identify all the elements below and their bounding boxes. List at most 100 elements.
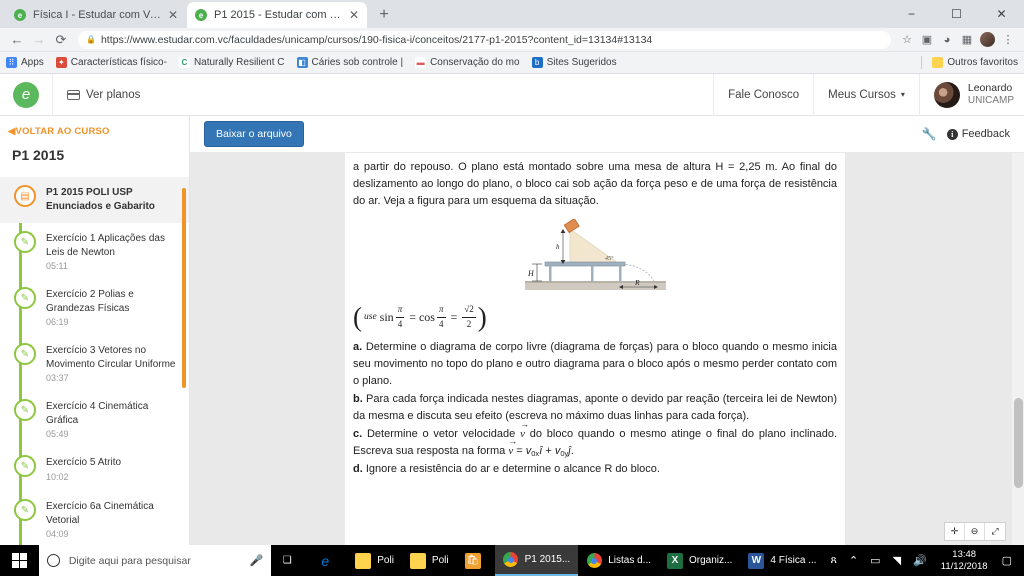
- back-to-course-link[interactable]: ◀VOLTAR AO CURSO: [0, 116, 189, 143]
- browser-tab-1[interactable]: e Física I - Estudar com Você ✕: [6, 2, 186, 28]
- figure-label-h: h: [556, 243, 560, 251]
- notifications-icon[interactable]: ▢: [996, 554, 1018, 567]
- item-c-label: c.: [353, 428, 363, 441]
- formula-frac-sqrt2-2: √2 2: [462, 304, 476, 330]
- bookmark-star-icon[interactable]: ☆: [897, 33, 917, 46]
- tab-close-icon[interactable]: ✕: [343, 9, 359, 21]
- other-bookmarks[interactable]: Outros favoritos: [921, 56, 1018, 69]
- sidebar-item-lesson-0[interactable]: ▤ P1 2015 POLI USP Enunciados e Gabarito: [0, 177, 189, 223]
- taskbar-item-chrome-p1[interactable]: P1 2015...: [494, 545, 579, 576]
- address-bar[interactable]: 🔒 https://www.estudar.com.vc/faculdades/…: [78, 30, 891, 49]
- viewer-controls: ✛ ⊖ ⤢: [944, 522, 1006, 541]
- browser-tab-2[interactable]: e P1 2015 - Estudar com Você ✕: [187, 2, 367, 28]
- zoom-in-icon[interactable]: ✛: [945, 523, 965, 540]
- bookmark-item-4[interactable]: ▬ Conservação do mo: [415, 57, 520, 68]
- meus-cursos-menu[interactable]: Meus Cursos ▾: [813, 73, 919, 116]
- bookmark-item-1[interactable]: ✦ Características físico-: [55, 57, 167, 68]
- extension-icon-1[interactable]: ▣: [917, 33, 937, 46]
- figure-label-R: R: [634, 278, 640, 287]
- lesson-title: Exercício 5 Atrito: [46, 457, 122, 468]
- bookmark-item-3[interactable]: ◧ Cáries sob controle |: [296, 57, 403, 68]
- wifi-icon[interactable]: ◥: [887, 554, 907, 567]
- taskbar-clock[interactable]: 13:48 11/12/2018: [933, 549, 996, 573]
- formula-frac-pi-4-a: π 4: [395, 304, 405, 330]
- svg-text:45°: 45°: [605, 255, 614, 262]
- sidebar-item-lesson-6[interactable]: ✎ Exercício 6a Cinemática Vetorial 04:09: [0, 491, 189, 547]
- taskbar-item-chrome-listas[interactable]: Listas d...: [578, 545, 659, 576]
- start-button[interactable]: [0, 545, 39, 576]
- user-menu[interactable]: Leonardo UNICAMP: [918, 73, 1024, 116]
- taskbar-item-store[interactable]: 🛍: [457, 545, 495, 576]
- tab-close-icon[interactable]: ✕: [162, 9, 178, 21]
- back-icon[interactable]: ←: [6, 32, 28, 47]
- lesson-duration: 10:02: [46, 471, 69, 482]
- sidebar-item-lesson-2[interactable]: ✎ Exercício 2 Polias e Grandezas Físicas…: [0, 279, 189, 335]
- sidebar-scrollbar[interactable]: [182, 188, 186, 388]
- show-hidden-icons-chevron-icon[interactable]: ⌃: [843, 554, 864, 567]
- bookmark-icon: ▬: [415, 57, 427, 68]
- new-tab-button[interactable]: +: [372, 3, 396, 27]
- item-a-text: Determine o diagrama de corpo livre (dia…: [353, 341, 837, 388]
- chrome-menu-icon[interactable]: ⋮: [998, 33, 1018, 46]
- lesson-title: Exercício 1 Aplicações das Leis de Newto…: [46, 233, 165, 258]
- close-window-button[interactable]: ✕: [979, 0, 1024, 28]
- reload-icon[interactable]: ⟳: [50, 32, 72, 48]
- people-icon[interactable]: ጸ: [825, 554, 843, 567]
- taskbar-item-edge[interactable]: e: [309, 545, 347, 576]
- zoom-out-icon[interactable]: ⊖: [965, 523, 985, 540]
- bookmark-label: Apps: [21, 57, 44, 68]
- lesson-duration: 04:09: [46, 529, 69, 539]
- viewer-scrollbar-thumb[interactable]: [1014, 398, 1023, 488]
- viewer-scrollbar-track[interactable]: [1012, 153, 1024, 547]
- taskbar-item-excel[interactable]: X Organiz...: [659, 545, 740, 576]
- sidebar-item-lesson-4[interactable]: ✎ Exercício 4 Cinemática Gráfica 05:49: [0, 391, 189, 447]
- lesson-list: ▤ P1 2015 POLI USP Enunciados e Gabarito…: [0, 177, 189, 547]
- lesson-duration: 05:11: [46, 261, 68, 271]
- ver-planos-button[interactable]: Ver planos: [52, 73, 154, 116]
- pencil-icon: ✎: [14, 455, 36, 477]
- taskbar-search-input[interactable]: Digite aqui para pesquisar 🎤: [38, 545, 272, 576]
- taskbar-item-poli-1[interactable]: Poli: [347, 545, 402, 576]
- site-logo[interactable]: e: [0, 81, 52, 108]
- sidebar: ◀VOLTAR AO CURSO P1 2015 ▤ P1 2015 POLI …: [0, 116, 190, 547]
- taskbar-item-poli-2[interactable]: Poli: [402, 545, 457, 576]
- feedback-button[interactable]: 🔧 i Feedback: [922, 127, 1010, 141]
- folder-icon: [932, 57, 944, 68]
- battery-icon[interactable]: ▭: [864, 554, 886, 567]
- extension-icon-3[interactable]: ▦: [957, 33, 977, 46]
- lesson-duration: 03:37: [46, 373, 69, 383]
- clock-time: 13:48: [952, 548, 977, 560]
- lesson-title: P1 2015 POLI USP Enunciados e Gabarito: [46, 187, 155, 212]
- bookmark-item-5[interactable]: b Sites Sugeridos: [531, 57, 617, 68]
- bookmark-item-2[interactable]: C Naturally Resilient C: [178, 57, 285, 68]
- pencil-icon: ✎: [14, 343, 36, 365]
- wrench-icon[interactable]: 🔧: [922, 127, 937, 141]
- content-area: Baixar o arquivo 🔧 i Feedback a partir d…: [190, 116, 1024, 547]
- item-d-label: d.: [353, 463, 363, 476]
- download-file-button[interactable]: Baixar o arquivo: [204, 121, 304, 147]
- lesson-title: Exercício 2 Polias e Grandezas Físicas: [46, 289, 134, 314]
- maximize-button[interactable]: ☐: [934, 0, 979, 28]
- fale-conosco-link[interactable]: Fale Conosco: [713, 73, 813, 116]
- volume-icon[interactable]: 🔊: [907, 554, 933, 567]
- item-a-label: a.: [353, 341, 363, 354]
- forward-icon[interactable]: →: [28, 32, 50, 47]
- microphone-icon[interactable]: 🎤: [250, 554, 264, 567]
- fullscreen-icon[interactable]: ⤢: [985, 523, 1005, 540]
- extension-icon-2[interactable]: ◕: [937, 34, 957, 46]
- taskbar-item-label: Poli: [377, 555, 394, 566]
- address-bar-url: https://www.estudar.com.vc/faculdades/un…: [100, 33, 653, 46]
- lesson-title: Exercício 6a Cinemática Vetorial: [46, 501, 154, 526]
- sidebar-item-lesson-3[interactable]: ✎ Exercício 3 Vetores no Movimento Circu…: [0, 335, 189, 391]
- sidebar-item-lesson-1[interactable]: ✎ Exercício 1 Aplicações das Leis de New…: [0, 223, 189, 279]
- bookmark-apps[interactable]: ⠿ Apps: [6, 57, 44, 68]
- task-view-button[interactable]: ❏: [271, 545, 309, 576]
- chrome-icon: [586, 553, 602, 569]
- profile-avatar-icon[interactable]: [980, 32, 995, 47]
- minimize-button[interactable]: −: [889, 0, 934, 28]
- search-placeholder: Digite aqui para pesquisar: [68, 554, 191, 567]
- content-toolbar: Baixar o arquivo 🔧 i Feedback: [190, 116, 1024, 153]
- sidebar-item-lesson-5[interactable]: ✎ Exercício 5 Atrito 10:02: [0, 447, 189, 491]
- taskbar-item-word[interactable]: W 4 Física ...: [740, 545, 824, 576]
- ver-planos-label: Ver planos: [86, 88, 141, 101]
